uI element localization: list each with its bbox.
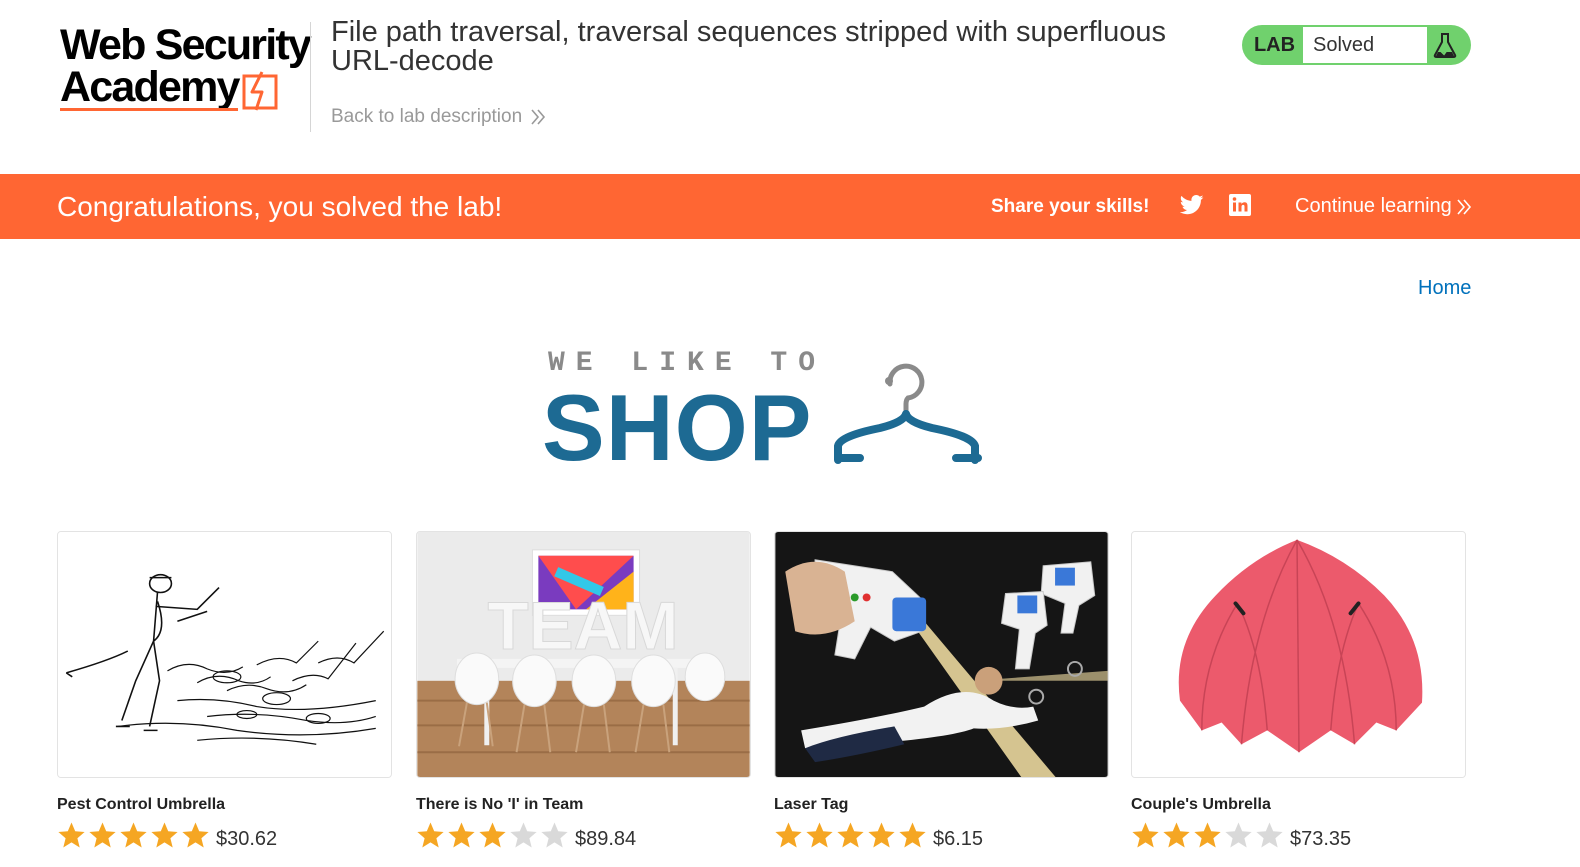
star-rating [1131,821,1284,849]
product-meta: $30.62 [57,821,392,850]
star-rating [57,821,210,849]
double-chevron-right-icon [1457,198,1471,215]
star-filled-icon [479,822,506,848]
logo-line1: Web Security [60,21,312,69]
product-meta: $89.84 [416,821,751,850]
product-price: $30.62 [216,827,278,850]
continue-learning-label: Continue learning [1295,195,1452,217]
star-filled-icon [182,822,209,848]
star-filled-icon [58,822,85,848]
star-rating [416,821,569,849]
star-rating [774,821,927,849]
lab-status-tag: LAB [1253,33,1296,56]
star-empty-icon [1225,822,1252,848]
laser-tag-image [775,532,1108,777]
congratulations-message: Congratulations, you solved the lab! [57,191,503,222]
double-chevron-right-icon [531,109,546,125]
product-name[interactable]: Couple's Umbrella [1131,796,1466,814]
star-filled-icon [1163,822,1190,848]
star-filled-icon [151,822,178,848]
product-price: $73.35 [1290,827,1352,850]
product-meta: $6.15 [774,821,1109,850]
star-filled-icon [775,822,802,848]
product-card[interactable]: Couple's Umbrella $73.35 [1131,531,1466,850]
flask-icon [1433,33,1457,58]
product-card[interactable]: Pest Control Umbrella $30.62 [57,531,392,850]
linkedin-icon[interactable] [1228,193,1252,217]
product-name[interactable]: There is No 'I' in Team [416,796,751,814]
web-security-academy-logo[interactable]: Web Security Academy [60,21,312,114]
star-empty-icon [541,822,568,848]
product-image[interactable] [1131,531,1466,778]
product-price: $6.15 [933,827,984,850]
star-filled-icon [89,822,116,848]
product-card[interactable]: Laser Tag $6.15 [774,531,1109,850]
lab-status-text: Solved [1303,27,1427,63]
lab-header: Web Security Academy File path traversal… [0,0,1580,174]
twitter-icon[interactable] [1180,194,1204,216]
star-filled-icon [899,822,926,848]
star-filled-icon [868,822,895,848]
product-image[interactable]: TEAM [416,531,751,778]
back-to-lab-description-link[interactable]: Back to lab description [331,106,546,128]
star-filled-icon [806,822,833,848]
continue-learning-link[interactable]: Continue learning [1295,195,1472,218]
couples-umbrella-image [1132,532,1465,777]
lab-title: File path traversal, traversal sequences… [331,16,1166,77]
star-filled-icon [1194,822,1221,848]
solved-banner: Congratulations, you solved the lab! Sha… [0,174,1580,239]
svg-text:TEAM: TEAM [487,589,678,664]
pest-control-umbrella-image [58,532,391,777]
team-image: TEAM [417,532,750,777]
logo-line2: Academy [60,63,240,111]
product-image[interactable] [57,531,392,778]
lab-status-badge: LAB Solved [1242,25,1471,65]
star-empty-icon [510,822,537,848]
star-filled-icon [837,822,864,848]
product-image[interactable] [774,531,1109,778]
product-card[interactable]: TEAM There is No 'I' in Team $89.84 [416,531,751,850]
shop-logo-title: SHOP [542,375,813,480]
home-link[interactable]: Home [1418,277,1471,300]
logo-underline [60,108,238,111]
star-filled-icon [448,822,475,848]
back-link-label: Back to lab description [331,106,523,127]
product-name[interactable]: Laser Tag [774,796,1109,814]
star-filled-icon [1132,822,1159,848]
product-name[interactable]: Pest Control Umbrella [57,796,392,814]
star-filled-icon [120,822,147,848]
header-divider [310,22,311,132]
star-empty-icon [1256,822,1283,848]
product-meta: $73.35 [1131,821,1466,850]
share-skills-label: Share your skills! [991,196,1150,217]
product-price: $89.84 [575,827,637,850]
academy-mark-icon [242,71,278,111]
hanger-icon [834,363,982,464]
star-filled-icon [417,822,444,848]
